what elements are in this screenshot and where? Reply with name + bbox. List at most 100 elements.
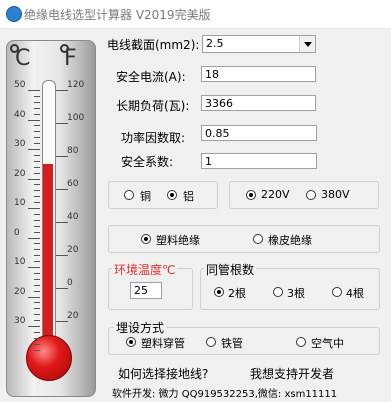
celsius-minor-tick — [34, 243, 40, 245]
app-icon — [6, 6, 22, 22]
celsius-tick-label: 50 — [14, 80, 26, 90]
conduit-count-label: 同管根数 — [204, 261, 257, 278]
fahrenheit-tick-label: 20 — [67, 245, 79, 255]
cross-section-label: 电线截面(mm2): — [107, 38, 200, 52]
celsius-minor-tick — [34, 154, 40, 156]
celsius-minor-tick — [34, 131, 40, 133]
celsius-minor-tick — [34, 320, 40, 322]
material-radio-aluminum[interactable] — [167, 190, 177, 200]
laying-radio-air[interactable] — [296, 337, 306, 347]
celsius-minor-tick — [34, 184, 40, 186]
celsius-minor-tick — [34, 172, 40, 174]
celsius-minor-tick — [34, 137, 40, 139]
celsius-minor-tick — [34, 272, 40, 274]
celsius-tick-mark — [28, 119, 40, 121]
conduit-option-2[interactable]: 2根 — [228, 285, 246, 301]
celsius-minor-tick — [34, 290, 40, 292]
celsius-minor-tick — [34, 231, 40, 233]
ambient-temperature-input[interactable] — [130, 282, 162, 299]
celsius-minor-tick — [34, 160, 40, 162]
celsius-minor-tick — [34, 202, 40, 204]
celsius-tick-mark — [28, 90, 40, 91]
voltage-radio-380[interactable] — [306, 190, 316, 200]
conduit-radio-4[interactable] — [332, 287, 342, 297]
laying-method-label: 埋设方式 — [114, 319, 167, 336]
celsius-tick-label: 20 — [14, 168, 26, 179]
celsius-minor-tick — [34, 219, 40, 221]
dropdown-button[interactable] — [299, 36, 315, 52]
voltage-option-220[interactable]: 220V — [261, 188, 290, 201]
celsius-minor-tick — [34, 343, 40, 345]
fahrenheit-tick-label: 60 — [67, 179, 79, 189]
celsius-minor-tick — [34, 261, 40, 263]
celsius-tick-mark — [28, 149, 40, 150]
fahrenheit-tick-label: 80 — [67, 146, 79, 156]
power-factor-input[interactable] — [201, 125, 317, 141]
conduit-radio-2[interactable] — [214, 287, 224, 297]
fahrenheit-tick-mark — [56, 222, 68, 223]
ambient-temperature-label: 环境温度℃ — [112, 261, 178, 278]
celsius-minor-tick — [34, 308, 40, 310]
celsius-tick-mark — [28, 237, 40, 239]
celsius-minor-tick — [34, 314, 40, 316]
material-option-aluminum[interactable]: 铝 — [183, 188, 194, 204]
celsius-minor-tick — [34, 166, 40, 168]
fahrenheit-tick-mark — [56, 156, 68, 157]
celsius-tick-label: 30 — [14, 139, 26, 149]
celsius-tick-label: 20 — [14, 286, 26, 297]
support-developer-link[interactable]: 我想支持开发者 — [250, 365, 334, 382]
celsius-minor-tick — [34, 125, 40, 127]
laying-radio-iron-pipe[interactable] — [206, 337, 216, 347]
material-option-copper[interactable]: 铜 — [140, 188, 151, 204]
fahrenheit-tick-label: 20 — [67, 311, 79, 321]
insulation-radio-rubber[interactable] — [253, 234, 263, 244]
celsius-tick-mark — [28, 208, 40, 209]
safe-current-input[interactable] — [201, 66, 316, 82]
insulation-radio-plastic[interactable] — [141, 234, 151, 244]
celsius-minor-tick — [34, 278, 40, 280]
celsius-minor-tick — [34, 255, 40, 257]
insulation-option-rubber[interactable]: 橡皮绝缘 — [268, 232, 312, 248]
celsius-minor-tick — [34, 337, 40, 339]
ground-wire-link[interactable]: 如何选择接地线? — [118, 365, 208, 382]
celsius-minor-tick — [34, 196, 40, 198]
celsius-minor-tick — [34, 190, 40, 192]
celsius-tick-label: 10 — [14, 198, 26, 208]
fahrenheit-tick-mark — [56, 189, 68, 190]
cross-section-value: 2.5 — [206, 37, 224, 50]
fahrenheit-tick-label: 0 — [67, 278, 73, 288]
fahrenheit-tick-mark — [56, 288, 68, 289]
fahrenheit-tick-label: 40 — [67, 212, 79, 222]
cross-section-select[interactable]: 2.5 — [202, 35, 316, 53]
celsius-minor-tick — [34, 225, 40, 227]
safety-factor-input[interactable] — [201, 153, 317, 169]
celsius-tick-label: 0 — [14, 227, 20, 238]
fahrenheit-tick-mark — [56, 123, 68, 124]
fahrenheit-tick-mark — [56, 255, 68, 256]
celsius-tick-label: 30 — [14, 316, 26, 326]
conduit-option-4[interactable]: 4根 — [346, 285, 364, 301]
title-bar: 绝缘电线选型计算器 V2019完美版 — [0, 0, 391, 29]
laying-option-iron-pipe[interactable]: 铁管 — [221, 335, 243, 351]
celsius-minor-tick — [34, 95, 40, 97]
conduit-radio-3[interactable] — [273, 287, 283, 297]
voltage-option-380[interactable]: 380V — [321, 188, 350, 201]
celsius-minor-tick — [34, 302, 40, 304]
voltage-radio-220[interactable] — [246, 190, 256, 200]
celsius-minor-tick — [34, 107, 40, 109]
celsius-unit: C — [15, 46, 31, 71]
thermometer-fluid — [43, 163, 53, 345]
celsius-tick-mark — [28, 326, 40, 327]
celsius-minor-tick — [34, 349, 40, 351]
laying-radio-plastic-conduit[interactable] — [126, 337, 136, 347]
material-radio-copper[interactable] — [124, 190, 134, 200]
celsius-minor-tick — [34, 249, 40, 251]
laying-option-plastic-conduit[interactable]: 塑料穿管 — [141, 335, 185, 351]
long-load-input[interactable] — [201, 95, 316, 111]
fahrenheit-unit: F — [64, 46, 77, 71]
conduit-option-3[interactable]: 3根 — [287, 285, 305, 301]
celsius-minor-tick — [34, 113, 40, 115]
laying-option-air[interactable]: 空气中 — [311, 335, 344, 351]
celsius-tick-mark — [28, 178, 40, 180]
insulation-option-plastic[interactable]: 塑料绝缘 — [156, 232, 200, 248]
